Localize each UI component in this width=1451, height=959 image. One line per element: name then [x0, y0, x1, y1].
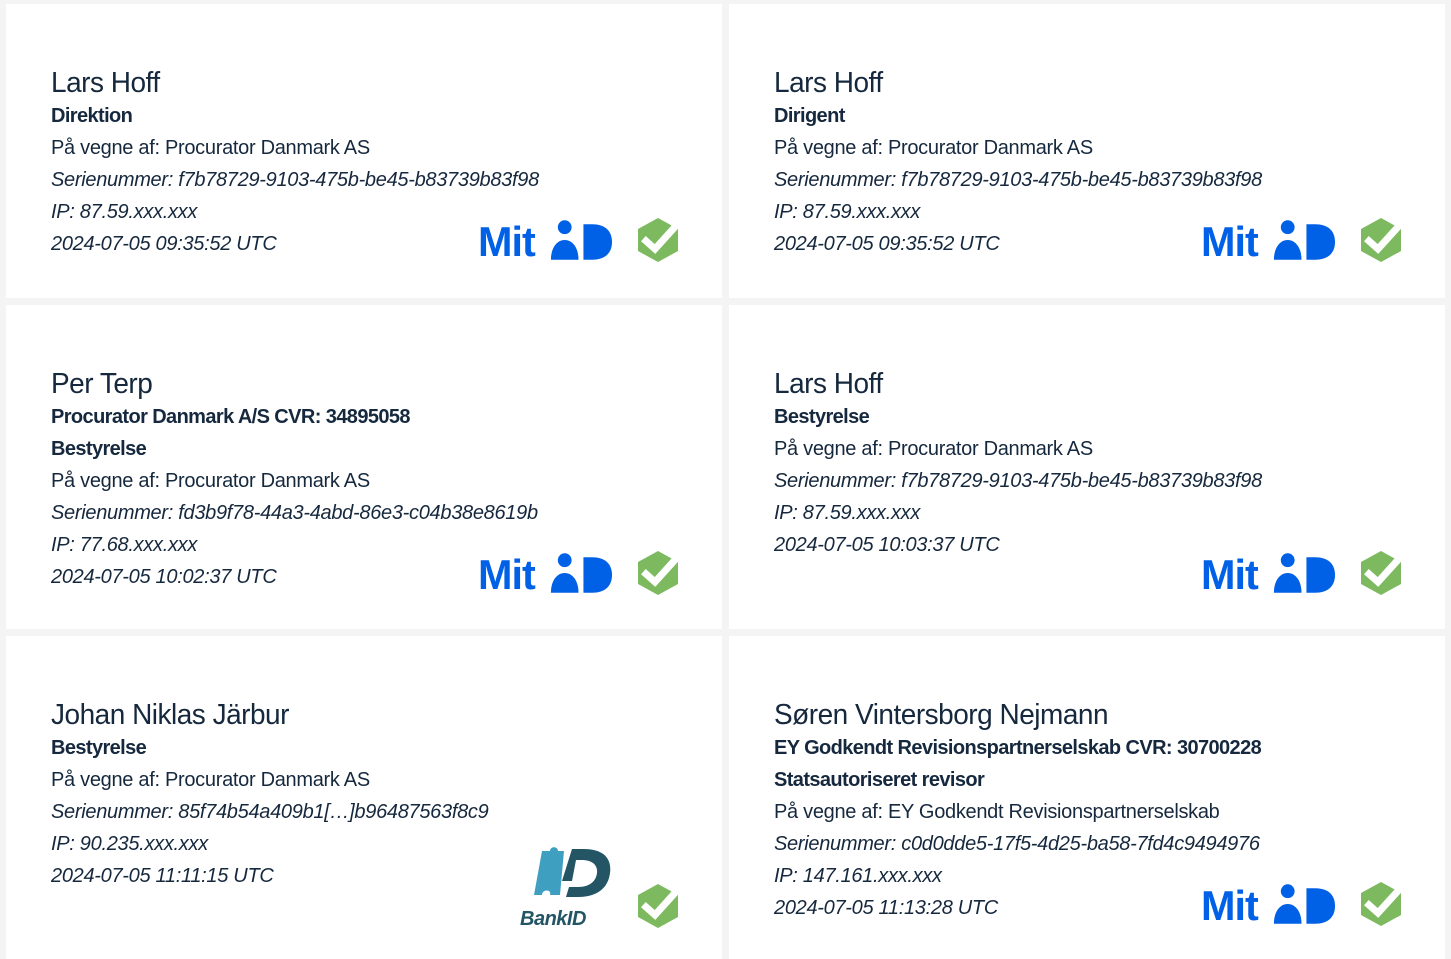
- signer-name: Lars Hoff: [774, 367, 883, 400]
- ip-address: IP: 77.68.xxx.xxx: [51, 534, 198, 556]
- signer-name: Lars Hoff: [774, 66, 883, 99]
- bankid-logo: BankID: [520, 847, 611, 929]
- serial-number: Serienummer: 85f74b54a409b1[…]b96487563f…: [51, 801, 489, 823]
- signature-grid: Lars Hoff Direktion På vegne af: Procura…: [0, 0, 1451, 959]
- signature-details: Lars Hoff Bestyrelse På vegne af: Procur…: [774, 367, 1262, 561]
- ip-address: IP: 147.161.xxx.xxx: [774, 865, 942, 887]
- mitid-logo: [1201, 881, 1335, 927]
- mitid-logo: [478, 550, 612, 596]
- serial-number: Serienummer: c0d0dde5-17f5-4d25-ba58-7fd…: [774, 833, 1260, 855]
- signer-name: Søren Vintersborg Nejmann: [774, 698, 1109, 731]
- signed-timestamp: 2024-07-05 10:03:37 UTC: [774, 534, 1000, 556]
- serial-number: Serienummer: fd3b9f78-44a3-4abd-86e3-c04…: [51, 502, 538, 524]
- ip-address: IP: 87.59.xxx.xxx: [774, 502, 921, 524]
- signature-logos: BankID: [520, 842, 682, 930]
- signature-details: Per Terp Procurator Danmark A/S CVR: 348…: [51, 367, 538, 593]
- signer-company: Procurator Danmark A/S CVR: 34895058: [51, 406, 411, 428]
- signer-role: Bestyrelse: [774, 406, 870, 428]
- signed-timestamp: 2024-07-05 10:02:37 UTC: [51, 566, 277, 588]
- signature-card: Søren Vintersborg Nejmann EY Godkendt Re…: [729, 636, 1445, 959]
- signed-timestamp: 2024-07-05 09:35:52 UTC: [51, 233, 277, 255]
- on-behalf-of: På vegne af: EY Godkendt Revisionspartne…: [774, 801, 1220, 823]
- mitid-logo: [1201, 217, 1335, 263]
- on-behalf-of: På vegne af: Procurator Danmark AS: [51, 470, 370, 492]
- check-badge-icon: [1357, 880, 1405, 928]
- signer-name: Johan Niklas Järbur: [51, 698, 289, 731]
- signature-logos: [478, 549, 682, 597]
- serial-number: Serienummer: f7b78729-9103-475b-be45-b83…: [51, 169, 539, 191]
- on-behalf-of: På vegne af: Procurator Danmark AS: [774, 438, 1093, 460]
- mitid-logo: [478, 217, 612, 263]
- signer-role: Bestyrelse: [51, 438, 147, 460]
- signature-logos: [1201, 216, 1405, 264]
- signer-name: Lars Hoff: [51, 66, 160, 99]
- signature-card: Lars Hoff Direktion På vegne af: Procura…: [6, 4, 722, 298]
- signer-name: Per Terp: [51, 367, 153, 400]
- signer-role: Dirigent: [774, 105, 845, 127]
- mitid-logo: [1201, 550, 1335, 596]
- check-badge-icon: [1357, 216, 1405, 264]
- signature-details: Søren Vintersborg Nejmann EY Godkendt Re…: [774, 698, 1262, 924]
- ip-address: IP: 90.235.xxx.xxx: [51, 833, 208, 855]
- on-behalf-of: På vegne af: Procurator Danmark AS: [51, 137, 370, 159]
- signed-timestamp: 2024-07-05 11:11:15 UTC: [51, 865, 274, 887]
- signer-role: Bestyrelse: [51, 737, 147, 759]
- serial-number: Serienummer: f7b78729-9103-475b-be45-b83…: [774, 169, 1262, 191]
- signature-logos: [478, 216, 682, 264]
- signature-logos: [1201, 549, 1405, 597]
- signature-logos: [1201, 880, 1405, 928]
- check-badge-icon: [634, 549, 682, 597]
- signer-role: Statsautoriseret revisor: [774, 769, 985, 791]
- bankid-wordmark: BankID: [520, 908, 586, 929]
- signature-card: Lars Hoff Dirigent På vegne af: Procurat…: [729, 4, 1445, 298]
- check-badge-icon: [634, 882, 682, 930]
- signer-company: EY Godkendt Revisionspartnerselskab CVR:…: [774, 737, 1262, 759]
- signature-details: Lars Hoff Direktion På vegne af: Procura…: [51, 66, 539, 260]
- signer-role: Direktion: [51, 105, 133, 127]
- signature-details: Lars Hoff Dirigent På vegne af: Procurat…: [774, 66, 1262, 260]
- serial-number: Serienummer: f7b78729-9103-475b-be45-b83…: [774, 470, 1262, 492]
- signed-timestamp: 2024-07-05 09:35:52 UTC: [774, 233, 1000, 255]
- signature-details: Johan Niklas Järbur Bestyrelse På vegne …: [51, 698, 489, 892]
- signature-card: Lars Hoff Bestyrelse På vegne af: Procur…: [729, 305, 1445, 629]
- check-badge-icon: [1357, 549, 1405, 597]
- signature-card: Per Terp Procurator Danmark A/S CVR: 348…: [6, 305, 722, 629]
- signed-timestamp: 2024-07-05 11:13:28 UTC: [774, 897, 998, 919]
- ip-address: IP: 87.59.xxx.xxx: [774, 201, 921, 223]
- check-badge-icon: [634, 216, 682, 264]
- on-behalf-of: På vegne af: Procurator Danmark AS: [774, 137, 1093, 159]
- ip-address: IP: 87.59.xxx.xxx: [51, 201, 198, 223]
- signature-card: Johan Niklas Järbur Bestyrelse På vegne …: [6, 636, 722, 959]
- on-behalf-of: På vegne af: Procurator Danmark AS: [51, 769, 370, 791]
